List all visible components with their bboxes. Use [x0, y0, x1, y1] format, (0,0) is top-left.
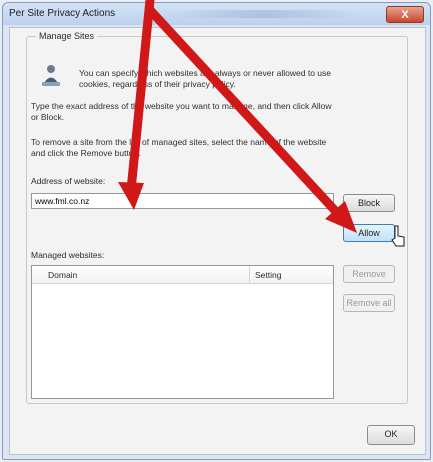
managed-websites-label: Managed websites:: [31, 250, 105, 260]
close-button[interactable]: X: [386, 6, 424, 23]
column-domain[interactable]: Domain: [48, 270, 77, 280]
title-bar[interactable]: Per Site Privacy Actions X: [3, 3, 430, 25]
remove-all-button[interactable]: Remove all: [343, 294, 395, 312]
window-title: Per Site Privacy Actions: [9, 8, 116, 19]
instruction-remove-line-1: To remove a site from the list of manage…: [31, 137, 327, 147]
block-button[interactable]: Block: [343, 194, 395, 212]
list-header: Domain Setting: [32, 266, 333, 284]
instruction-type-line-2: or Block.: [31, 112, 65, 122]
instruction-type-line-1: Type the exact address of the website yo…: [31, 101, 332, 111]
managed-websites-list[interactable]: Domain Setting: [31, 265, 334, 399]
instruction-remove-line-2: and click the Remove button.: [31, 148, 141, 158]
remove-button[interactable]: Remove: [343, 265, 395, 283]
ok-button[interactable]: OK: [367, 425, 415, 445]
title-bar-blur: [168, 10, 358, 18]
column-setting[interactable]: Setting: [255, 270, 281, 280]
info-text-line-2: cookies, regardless of their privacy pol…: [79, 79, 236, 89]
info-text-line-1: You can specify which websites are alway…: [79, 68, 331, 78]
mouse-cursor-icon: [391, 225, 405, 247]
privacy-person-icon: [42, 65, 60, 86]
address-input[interactable]: [31, 193, 334, 209]
column-divider[interactable]: [249, 266, 250, 283]
address-label: Address of website:: [31, 176, 106, 186]
group-label: Manage Sites: [36, 31, 98, 41]
